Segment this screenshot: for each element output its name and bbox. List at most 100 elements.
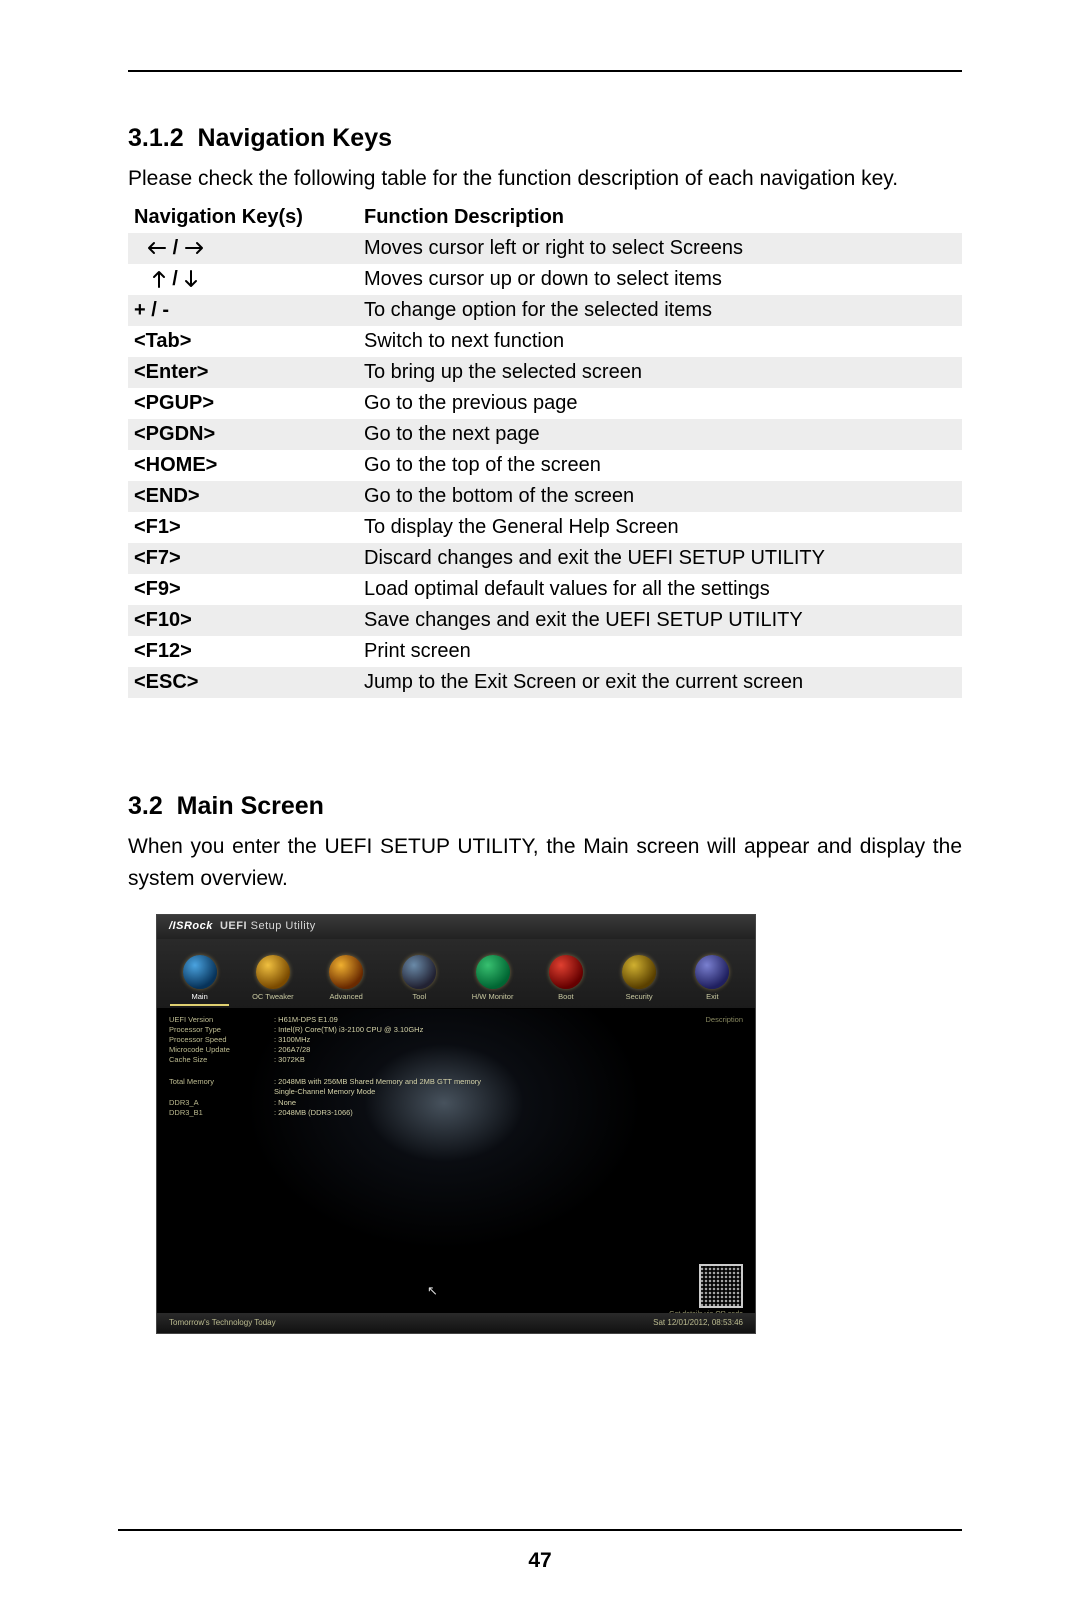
nav-key-cell: <END> — [128, 481, 358, 512]
uefi-tab-icon — [183, 955, 217, 989]
uefi-tab-icon — [476, 955, 510, 989]
bottom-rule — [118, 1529, 962, 1531]
nav-desc-cell: Discard changes and exit the UEFI SETUP … — [358, 543, 962, 574]
uefi-tab-boot[interactable]: Boot — [529, 955, 602, 1004]
uefi-info-row: Cache Size: 3072KB — [169, 1055, 605, 1065]
section-title-text: Navigation Keys — [198, 124, 393, 152]
section-3-1-2-intro: Please check the following table for the… — [128, 163, 962, 196]
nav-desc-cell: Go to the next page — [358, 419, 962, 450]
nav-desc-cell: To display the General Help Screen — [358, 512, 962, 543]
uefi-info-label: Processor Speed — [169, 1035, 274, 1045]
nav-key-cell: <F10> — [128, 605, 358, 636]
table-row: / Moves cursor left or right to select S… — [128, 233, 962, 264]
uefi-tab-label: Tool — [383, 992, 456, 1001]
uefi-tab-icon — [256, 955, 290, 989]
uefi-info-value: Single-Channel Memory Mode — [274, 1087, 375, 1097]
uefi-info-value: : 3072KB — [274, 1055, 305, 1065]
uefi-tab-tool[interactable]: Tool — [383, 955, 456, 1004]
table-row: <F10>Save changes and exit the UEFI SETU… — [128, 605, 962, 636]
table-row: <F12>Print screen — [128, 636, 962, 667]
nav-desc-cell: To bring up the selected screen — [358, 357, 962, 388]
table-row: <Tab>Switch to next function — [128, 326, 962, 357]
uefi-info-row: Processor Type: Intel(R) Core(TM) i3-210… — [169, 1025, 605, 1035]
nav-key-cell: <PGUP> — [128, 388, 358, 419]
uefi-info-value: : 2048MB (DDR3-1066) — [274, 1108, 353, 1118]
section-number: 3.1.2 — [128, 124, 184, 152]
section-3-1-2-heading: 3.1.2 Navigation Keys — [128, 124, 962, 153]
table-row: <PGUP>Go to the previous page — [128, 388, 962, 419]
nav-key-cell: <F1> — [128, 512, 358, 543]
uefi-description-label: Description — [613, 1015, 743, 1024]
uefi-tab-label: Exit — [676, 992, 749, 1001]
uefi-info-label: UEFI Version — [169, 1015, 274, 1025]
uefi-info-row: Processor Speed: 3100MHz — [169, 1035, 605, 1045]
uefi-info-row: Total Memory: 2048MB with 256MB Shared M… — [169, 1077, 605, 1087]
uefi-tab-main[interactable]: Main — [163, 955, 236, 1004]
uefi-tab-icon — [549, 955, 583, 989]
nav-desc-cell: Moves cursor left or right to select Scr… — [358, 233, 962, 264]
nav-key-cell: + / - — [128, 295, 358, 326]
section-3-2-intro: When you enter the UEFI SETUP UTILITY, t… — [128, 831, 962, 896]
uefi-tab-icon — [622, 955, 656, 989]
uefi-tab-label: H/W Monitor — [456, 992, 529, 1001]
uefi-info-label — [169, 1087, 274, 1097]
qr-code-icon — [699, 1264, 743, 1308]
nav-desc-cell: To change option for the selected items — [358, 295, 962, 326]
uefi-tab-oc-tweaker[interactable]: OC Tweaker — [236, 955, 309, 1004]
uefi-nav: MainOC TweakerAdvancedToolH/W MonitorBoo… — [157, 939, 755, 1009]
uefi-tab-label: OC Tweaker — [236, 992, 309, 1001]
table-row: <F7>Discard changes and exit the UEFI SE… — [128, 543, 962, 574]
uefi-tab-icon — [329, 955, 363, 989]
table-row: <F1>To display the General Help Screen — [128, 512, 962, 543]
uefi-tab-exit[interactable]: Exit — [676, 955, 749, 1004]
nav-key-cell: <F7> — [128, 543, 358, 574]
uefi-info-label: Processor Type — [169, 1025, 274, 1035]
nav-desc-cell: Go to the previous page — [358, 388, 962, 419]
nav-desc-cell: Go to the top of the screen — [358, 450, 962, 481]
nav-key-cell: <HOME> — [128, 450, 358, 481]
uefi-info-row: Microcode Update: 206A7/28 — [169, 1045, 605, 1055]
top-rule — [128, 70, 962, 72]
uefi-tab-label: Main — [163, 992, 236, 1001]
uefi-info-value: : Intel(R) Core(TM) i3-2100 CPU @ 3.10GH… — [274, 1025, 423, 1035]
uefi-info-label: Cache Size — [169, 1055, 274, 1065]
table-row: <Enter>To bring up the selected screen — [128, 357, 962, 388]
uefi-tab-h-w-monitor[interactable]: H/W Monitor — [456, 955, 529, 1004]
nav-desc-cell: Moves cursor up or down to select items — [358, 264, 962, 295]
nav-desc-cell: Jump to the Exit Screen or exit the curr… — [358, 667, 962, 698]
uefi-info-row: DDR3_A: None — [169, 1098, 605, 1108]
nav-desc-cell: Print screen — [358, 636, 962, 667]
uefi-body: UEFI Version: H61M-DPS E1.09Processor Ty… — [169, 1015, 605, 1305]
section-number: 3.2 — [128, 792, 163, 820]
uefi-info-value: : H61M-DPS E1.09 — [274, 1015, 338, 1025]
nav-key-cell: <F9> — [128, 574, 358, 605]
uefi-footer-left: Tomorrow's Technology Today — [169, 1318, 276, 1327]
uefi-topbar: /ISRock UEFI Setup Utility — [157, 915, 755, 939]
uefi-info-row: UEFI Version: H61M-DPS E1.09 — [169, 1015, 605, 1025]
uefi-tab-advanced[interactable]: Advanced — [310, 955, 383, 1004]
uefi-info-row: Single-Channel Memory Mode — [169, 1087, 605, 1097]
nav-key-cell: <ESC> — [128, 667, 358, 698]
uefi-info-value: : 206A7/28 — [274, 1045, 310, 1055]
uefi-brand3: Setup Utility — [251, 920, 316, 932]
uefi-tab-security[interactable]: Security — [603, 955, 676, 1004]
uefi-info-label: DDR3_B1 — [169, 1108, 274, 1118]
navigation-keys-table: Navigation Key(s) Function Description /… — [128, 202, 962, 698]
uefi-info-label: DDR3_A — [169, 1098, 274, 1108]
nav-key-cell: <F12> — [128, 636, 358, 667]
table-row: / Moves cursor up or down to select item… — [128, 264, 962, 295]
section-title-text: Main Screen — [177, 792, 324, 820]
nav-key-cell: <Enter> — [128, 357, 358, 388]
table-row: + / -To change option for the selected i… — [128, 295, 962, 326]
nav-key-cell: / — [128, 264, 358, 295]
uefi-info-value: : 2048MB with 256MB Shared Memory and 2M… — [274, 1077, 481, 1087]
table-row: <END>Go to the bottom of the screen — [128, 481, 962, 512]
uefi-tab-label: Boot — [529, 992, 602, 1001]
uefi-info-row: DDR3_B1: 2048MB (DDR3-1066) — [169, 1108, 605, 1118]
uefi-tab-icon — [402, 955, 436, 989]
uefi-tab-label: Security — [603, 992, 676, 1001]
uefi-footer-right: Sat 12/01/2012, 08:53:46 — [653, 1318, 743, 1327]
table-row: <HOME>Go to the top of the screen — [128, 450, 962, 481]
table-row: <ESC>Jump to the Exit Screen or exit the… — [128, 667, 962, 698]
nav-desc-cell: Load optimal default values for all the … — [358, 574, 962, 605]
